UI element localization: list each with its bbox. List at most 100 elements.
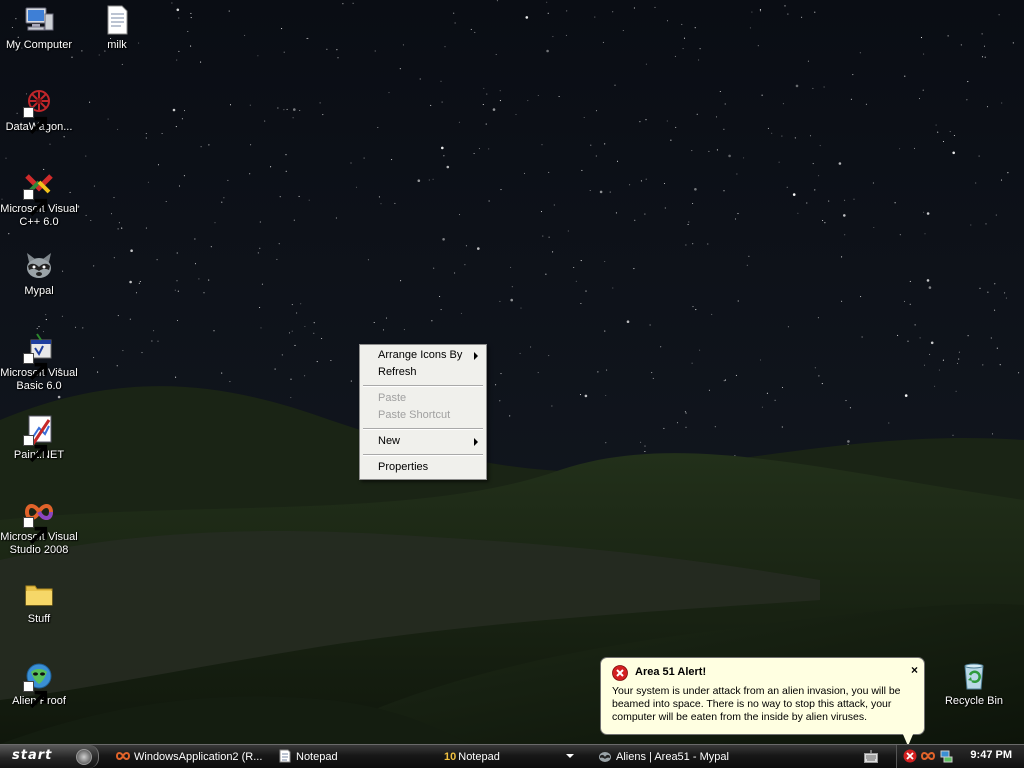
star [537,94,539,97]
star [985,223,987,225]
star [909,280,911,282]
desktop-icon-milk[interactable]: milk [78,4,156,52]
menu-item-refresh[interactable]: Refresh [362,364,484,381]
star [399,68,401,70]
star [113,197,115,199]
desktop-wallpaper[interactable] [0,0,1024,744]
star [546,1,548,3]
desktop-icon-visual-studio[interactable]: Microsoft Visual Studio 2008 [0,496,78,557]
my-computer-icon [23,4,55,36]
star [419,78,421,80]
star [853,198,855,200]
star [488,200,490,202]
taskbar-button-notepad[interactable]: Notepad [278,747,428,767]
star [292,117,294,119]
star [74,326,77,328]
menu-item-properties[interactable]: Properties [362,459,484,476]
star [956,362,959,364]
star [996,347,998,349]
close-icon[interactable]: × [911,663,918,677]
star [645,178,647,180]
desktop-icon-recycle-bin[interactable]: Recycle Bin [935,660,1013,708]
star [548,355,550,357]
star [692,306,694,308]
star [633,268,635,270]
desktop-icon-visual-basic[interactable]: Microsoft Visual Basic 6.0 [0,332,78,393]
star [696,113,698,115]
star [814,189,816,191]
taskbar-button-windowsapplication2[interactable]: WindowsApplication2 (R... [116,747,274,767]
star [861,336,863,338]
taskbar-button-notepad-group[interactable]: 10 Notepad [444,747,594,767]
star [585,290,587,292]
star [355,186,358,188]
star [565,34,567,36]
star [190,12,192,14]
keyboard-icon[interactable] [864,750,878,763]
star [377,126,379,129]
recycle-bin-icon [958,660,990,692]
star [122,350,124,352]
star [293,108,296,111]
star [277,107,279,109]
desktop-icon-paint-net[interactable]: Paint.NET [0,414,78,463]
star [540,211,543,213]
star [259,221,261,223]
desktop-icon-label: Mypal [24,285,54,297]
desktop-icon-alien-proof[interactable]: Alien Proof [0,660,78,709]
star [172,108,176,112]
star [581,169,583,171]
star [1007,172,1009,174]
clock[interactable]: 9:47 PM [970,749,1012,761]
desktop-icon-stuff[interactable]: Stuff [0,578,78,626]
star [382,329,385,331]
star [674,55,676,57]
star [85,214,87,216]
star [828,200,830,202]
star [860,296,862,298]
star [441,101,443,103]
menu-item-paste: Paste [362,390,484,407]
star [213,330,215,332]
star [71,56,73,58]
star [990,337,992,339]
star [615,212,617,214]
star [300,303,302,305]
star [781,386,784,389]
star [326,48,328,50]
star [711,313,713,315]
star [761,406,763,408]
star [244,34,246,36]
desktop-icon-datawagon[interactable]: DataWagon... [0,86,78,135]
network-icon[interactable] [939,749,953,763]
star [737,300,739,302]
desktop-icon-visual-cpp[interactable]: Microsoft Visual C++ 6.0 [0,168,78,229]
menu-item-arrange-icons-by[interactable]: Arrange Icons By [362,347,484,364]
menu-item-new[interactable]: New [362,433,484,450]
star [49,143,51,145]
star [994,309,996,311]
star [495,53,497,56]
star [723,380,725,382]
star [117,128,119,130]
taskbar-button-mypal[interactable]: Aliens | Area51 - Mypal [598,747,798,767]
desktop-icon-mypal[interactable]: Mypal [0,250,78,298]
star [567,230,569,232]
error-icon[interactable] [903,749,917,763]
star [666,120,668,122]
desktop-icon-my-computer[interactable]: My Computer [0,4,78,52]
star [699,48,701,50]
notification-balloon[interactable]: Area 51 Alert! × Your system is under at… [600,657,925,735]
star [139,280,141,283]
star [999,364,1001,366]
visual-studio-icon[interactable] [921,749,935,763]
star [787,13,789,15]
star [336,49,338,51]
star [214,222,216,224]
star [597,371,599,373]
star [605,394,607,397]
star [483,87,485,89]
star [824,222,826,224]
start-button[interactable]: start [0,745,99,768]
star [795,84,799,88]
